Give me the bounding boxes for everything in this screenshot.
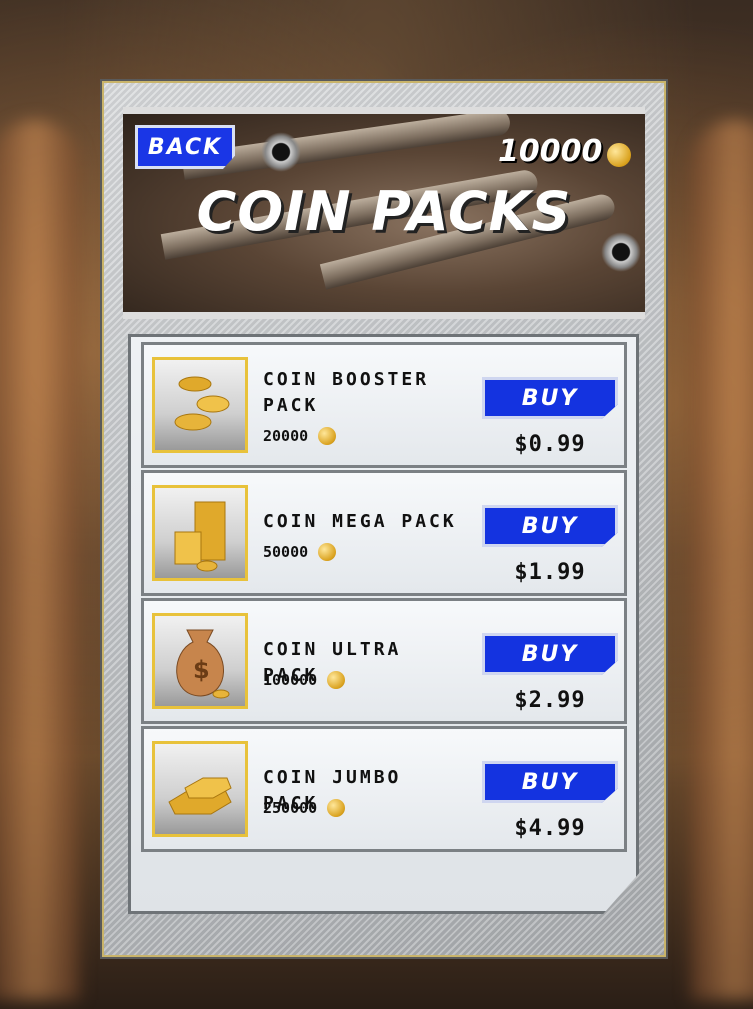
back-button[interactable]: BACK [135,125,235,169]
coin-icon [318,543,337,561]
coin-icon [607,143,631,167]
pack-name: COIN BOOSTER PACK [263,369,430,416]
page-title: COIN PACKS [196,180,572,243]
pack-amount-value: 50000 [263,543,309,561]
buy-button[interactable]: BUY [482,633,618,675]
pack-amount: 20000 [263,427,337,445]
buy-button[interactable]: BUY [482,505,618,547]
pack-amount-value: 20000 [263,427,309,445]
pack-amount: 100000 [263,671,346,689]
buy-button[interactable]: BUY [482,377,618,419]
bullet-hole-icon [261,132,301,172]
coin-balance: 10000 [498,134,603,169]
pack-price: $2.99 [514,688,586,713]
gold-bars-icon [152,741,248,837]
pack-row-ultra: $ COIN ULTRA PACK 100000 BUY $2.99 [141,598,627,724]
background-blur-shape [0,120,80,1000]
background-blur-shape [690,120,753,1000]
pack-amount-value: 100000 [263,671,318,689]
pack-price: $1.99 [514,560,586,585]
pack-row-mega: COIN MEGA PACK 50000 BUY $1.99 [141,470,627,596]
pack-name: COIN MEGA PACK [263,511,457,532]
pack-price: $0.99 [514,432,586,457]
coin-icon [318,427,337,445]
pack-row-booster: COIN BOOSTER PACK 20000 BUY $0.99 [141,342,627,468]
pack-amount: 250000 [263,799,346,817]
pack-row-jumbo: COIN JUMBO PACK 250000 BUY $4.99 [141,726,627,852]
buy-button[interactable]: BUY [482,761,618,803]
pack-price: $4.99 [514,816,586,841]
pack-amount-value: 250000 [263,799,318,817]
coin-icon [327,799,346,817]
coins-scattered-icon [152,357,248,453]
svg-text:$: $ [193,656,210,684]
coin-stacks-icon [152,485,248,581]
coin-icon [327,671,346,689]
money-bag-icon: $ [152,613,248,709]
pack-amount: 50000 [263,543,337,561]
